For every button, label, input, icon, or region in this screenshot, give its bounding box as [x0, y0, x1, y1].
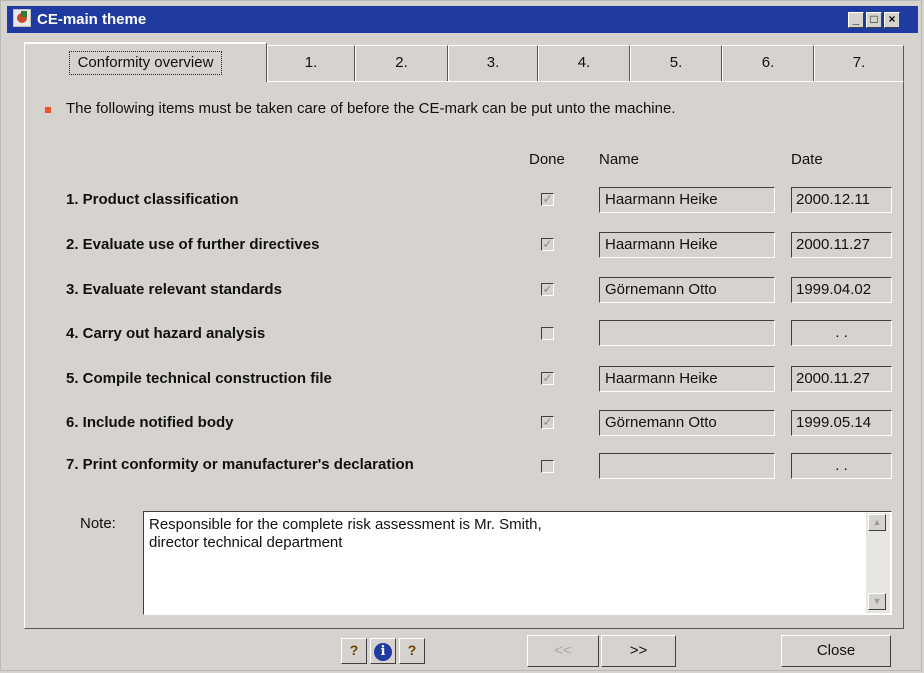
help-glyph: ? — [349, 642, 359, 658]
item-label: 5. Compile technical construction file — [66, 370, 332, 387]
date-field[interactable]: 2000.11.27 — [791, 232, 892, 258]
minimize-button[interactable]: _ — [848, 12, 864, 28]
note-line: director technical department — [149, 534, 343, 551]
ce-main-window: CE-main theme _ □ × Conformity overview … — [0, 0, 922, 671]
date-field[interactable]: . . — [791, 320, 892, 346]
window-title: CE-main theme — [37, 11, 147, 28]
note-scrollbar[interactable]: ▲ ▼ — [866, 513, 890, 613]
item-label: 7. Print conformity or manufacturer's de… — [66, 456, 414, 473]
done-checkbox[interactable]: ✓ — [541, 372, 554, 385]
done-checkbox[interactable]: ✓ — [541, 238, 554, 251]
app-icon — [13, 9, 31, 27]
bullet-marker — [45, 107, 51, 113]
done-checkbox[interactable]: ✓ — [541, 283, 554, 296]
context-help-icon[interactable]: ? — [399, 638, 425, 664]
item-label: 3. Evaluate relevant standards — [66, 281, 282, 298]
date-field[interactable]: 1999.05.14 — [791, 410, 892, 436]
scroll-down-arrow-icon[interactable]: ▼ — [868, 593, 886, 610]
close-window-button[interactable]: × — [884, 12, 900, 28]
tab-2[interactable]: 2. — [355, 45, 448, 81]
done-checkbox[interactable]: ✓ — [541, 416, 554, 429]
done-checkbox[interactable]: ✓ — [541, 193, 554, 206]
name-field[interactable]: Haarmann Heike — [599, 366, 775, 392]
item-label: 1. Product classification — [66, 191, 239, 208]
name-field[interactable]: Görnemann Otto — [599, 410, 775, 436]
scroll-up-arrow-icon[interactable]: ▲ — [868, 514, 886, 531]
item-label: 6. Include notified body — [66, 414, 234, 431]
date-field[interactable]: . . — [791, 453, 892, 479]
tab-6[interactable]: 6. — [722, 45, 814, 81]
info-glyph: i — [374, 643, 392, 661]
close-button[interactable]: Close — [781, 635, 891, 667]
item-label: 4. Carry out hazard analysis — [66, 325, 266, 342]
help-icon[interactable]: ? — [341, 638, 367, 664]
column-header-date: Date — [791, 151, 823, 168]
done-checkbox[interactable] — [541, 460, 554, 473]
maximize-button[interactable]: □ — [866, 12, 882, 28]
tab-strip: Conformity overview 1. 2. 3. 4. 5. 6. 7. — [24, 42, 904, 82]
previous-button[interactable]: << — [527, 635, 599, 667]
date-field[interactable]: 2000.11.27 — [791, 366, 892, 392]
tab-4[interactable]: 4. — [538, 45, 630, 81]
done-checkbox[interactable] — [541, 327, 554, 340]
tab-conformity-overview[interactable]: Conformity overview — [24, 42, 267, 82]
name-field[interactable]: Görnemann Otto — [599, 277, 775, 303]
tab-7[interactable]: 7. — [814, 45, 904, 81]
tab-1[interactable]: 1. — [267, 45, 355, 81]
name-field[interactable] — [599, 453, 775, 479]
note-text: Responsible for the complete risk assess… — [149, 516, 542, 552]
column-header-name: Name — [599, 151, 640, 168]
name-field[interactable]: Haarmann Heike — [599, 187, 775, 213]
name-field[interactable] — [599, 320, 775, 346]
note-label: Note: — [80, 515, 116, 532]
note-line: Responsible for the complete risk assess… — [149, 516, 542, 533]
column-header-done: Done — [529, 151, 565, 168]
tab-3[interactable]: 3. — [448, 45, 538, 81]
name-field[interactable]: Haarmann Heike — [599, 232, 775, 258]
info-icon[interactable]: i — [370, 638, 396, 664]
tab-5[interactable]: 5. — [630, 45, 722, 81]
note-textarea[interactable]: Responsible for the complete risk assess… — [143, 511, 892, 615]
date-field[interactable]: 2000.12.11 — [791, 187, 892, 213]
next-button[interactable]: >> — [601, 635, 676, 667]
help-glyph: ? — [407, 642, 417, 658]
item-label: 2. Evaluate use of further directives — [66, 236, 320, 253]
intro-text: The following items must be taken care o… — [66, 100, 676, 117]
title-bar[interactable]: CE-main theme _ □ × — [7, 6, 918, 33]
tab-label: Conformity overview — [68, 51, 223, 75]
date-field[interactable]: 1999.04.02 — [791, 277, 892, 303]
